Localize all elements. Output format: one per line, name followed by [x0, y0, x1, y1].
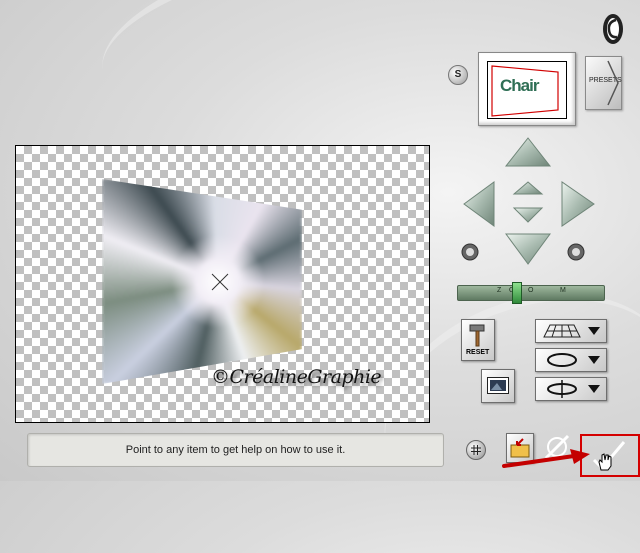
grid-icon: [471, 445, 481, 455]
arrow-left-icon[interactable]: [463, 181, 495, 227]
small-down-icon[interactable]: [512, 207, 544, 223]
image-button[interactable]: [481, 369, 515, 403]
zoom-label-letter: O: [528, 287, 534, 294]
grid-button[interactable]: [466, 440, 486, 460]
preview-image: [102, 179, 302, 384]
reset-label: RESET: [466, 349, 490, 356]
zoom-label-letter: M: [560, 287, 566, 294]
chevron-down-icon: [588, 327, 600, 335]
spin-mode-button[interactable]: [535, 377, 607, 401]
logo-icon: [603, 14, 623, 44]
presets-button[interactable]: PRESETS: [585, 56, 622, 110]
s-button[interactable]: S: [448, 65, 468, 85]
thumbnail-text: Chair: [500, 76, 539, 95]
spin-mode-icon: [547, 380, 577, 398]
watermark-credit: ©CréalineGraphie: [211, 366, 382, 388]
preview-thumbnail[interactable]: Chair: [478, 52, 576, 126]
help-bar: Point to any item to get help on how to …: [27, 433, 444, 467]
reset-button[interactable]: RESET: [461, 319, 495, 361]
zoom-label-letter: Z: [497, 287, 502, 294]
preview-canvas[interactable]: ©CréalineGraphie: [15, 145, 430, 423]
presets-arrow-icon: [607, 60, 619, 106]
rotate-mode-icon: [547, 353, 577, 367]
center-marker-icon[interactable]: [210, 272, 230, 292]
arrow-right-icon[interactable]: [561, 181, 595, 227]
hammer-icon: [469, 324, 485, 347]
rotate-mode-button[interactable]: [535, 348, 607, 372]
small-up-icon[interactable]: [512, 181, 544, 195]
thumbnail-canvas: Chair: [487, 61, 567, 119]
help-text: Point to any item to get help on how to …: [125, 444, 346, 456]
zoom-slider-knob[interactable]: [512, 282, 522, 304]
red-arrow-icon: [502, 449, 590, 468]
image-icon: [487, 377, 509, 394]
rotate-right-icon[interactable]: [566, 242, 586, 262]
chevron-down-icon: [588, 385, 600, 393]
rotate-left-icon[interactable]: [460, 242, 480, 262]
chevron-down-icon: [588, 356, 600, 364]
arrow-up-icon[interactable]: [504, 137, 552, 167]
hand-cursor-icon: [598, 453, 612, 471]
perspective-mode-icon: [543, 324, 581, 338]
perspective-mode-button[interactable]: [535, 319, 607, 343]
arrow-down-icon[interactable]: [505, 233, 551, 265]
